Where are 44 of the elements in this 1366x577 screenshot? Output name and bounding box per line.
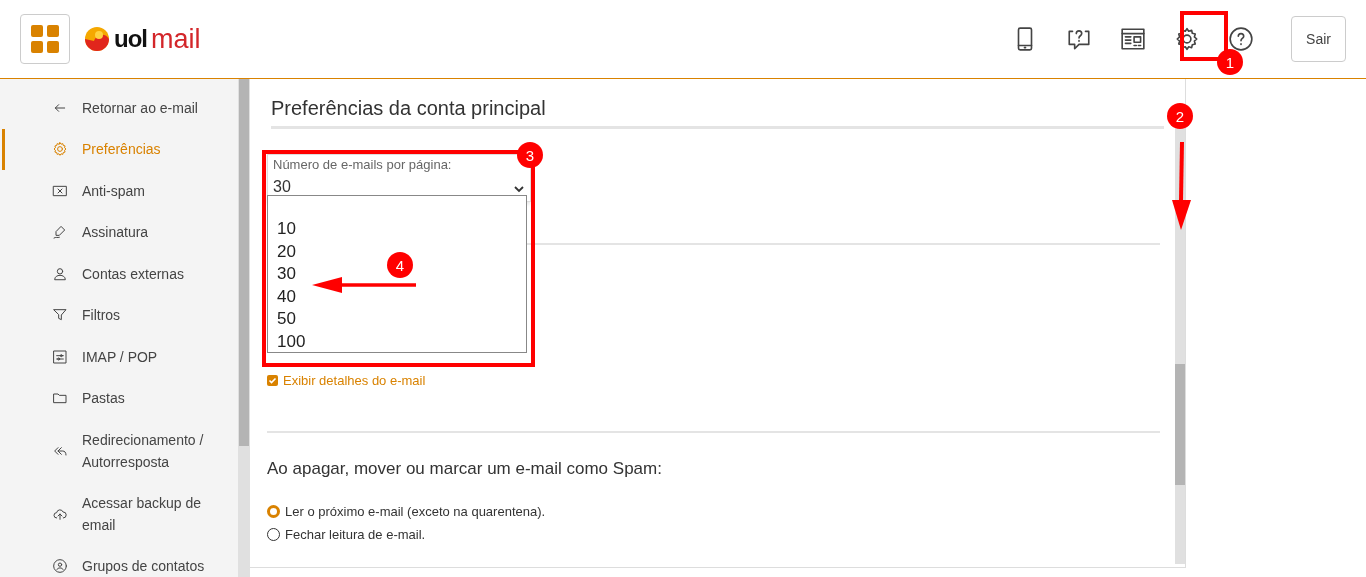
sidebar-item[interactable]: Grupos de contatos [0,545,238,577]
sidebar-item[interactable]: Contas externas [0,253,238,295]
sidebar-item[interactable]: Anti-spam [0,170,238,212]
checkbox[interactable] [267,375,278,386]
dropdown-option[interactable]: 30 [277,263,296,286]
radio-label: Fechar leitura de e-mail. [285,527,426,542]
sidebar-item[interactable]: Filtros [0,294,238,336]
dropdown-option[interactable]: 20 [277,240,296,263]
dropdown-option[interactable]: 40 [277,285,296,308]
sidebar-item[interactable]: Assinatura [0,211,238,253]
help-button[interactable] [1227,25,1255,53]
group-icon [52,557,68,574]
checkbox-label: Exibir detalhes do e-mail [283,373,426,388]
logo-product: mail [151,23,201,55]
gear-icon [52,141,68,158]
sidebar-item[interactable]: Acessar backup de email [0,482,238,545]
dropdown-option[interactable]: 10 [277,218,296,241]
apps-button[interactable] [20,14,70,64]
sidebar-item[interactable]: Redirecionamento / Autorresposta [0,419,238,482]
layout-window-icon [1120,26,1146,52]
sidebar-item[interactable]: Retornar ao e-mail [0,87,238,129]
chevron-icon [514,185,524,193]
grid-icon [31,25,59,53]
step-badge: 1 [1217,49,1243,75]
person-icon [52,265,68,282]
help-icon [1228,26,1254,52]
sidebar-item[interactable]: Pastas [0,377,238,419]
page-title: Preferências da conta principal [271,97,1164,129]
step-badge: 2 [1167,103,1193,129]
logo-brand: uol [114,25,147,53]
radio-label: Ler o próximo e-mail (exceto na quarentena). [285,504,546,519]
settings-icon [1174,26,1200,52]
radio-button[interactable] [267,505,280,518]
scrollbar[interactable] [238,79,250,577]
logo-icon [84,26,110,52]
dropdown-option[interactable]: 50 [277,308,296,331]
logout-button[interactable]: Sair [1291,16,1346,62]
section-heading: Ao apagar, mover ou marcar um e-mail como Spam: [267,459,662,479]
layout-button[interactable] [1119,25,1147,53]
sliders-icon [52,348,68,365]
sidebar-item[interactable]: IMAP / POP [0,336,238,378]
pen-icon [52,224,68,241]
step-badge: 3 [517,142,543,168]
dropdown-option[interactable]: 100 [277,330,306,353]
